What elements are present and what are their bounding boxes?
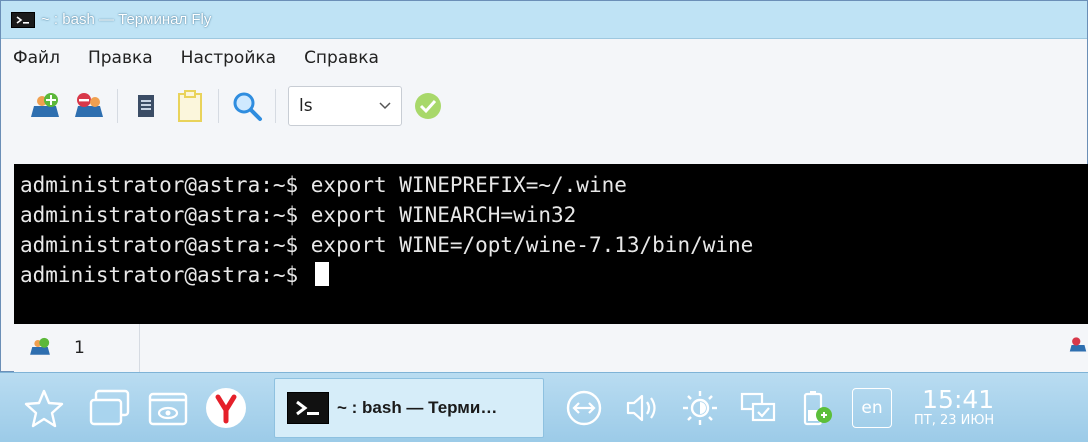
terminal-prompt-line: administrator@astra:~$ bbox=[20, 260, 1088, 290]
network-tray-button[interactable] bbox=[558, 382, 610, 434]
network-status-tray-button[interactable] bbox=[732, 382, 784, 434]
close-tab-button[interactable] bbox=[67, 84, 111, 128]
find-button[interactable] bbox=[225, 84, 269, 128]
menu-file[interactable]: Файл bbox=[13, 48, 60, 68]
window-title: ~ : bash — Терминал Fly bbox=[41, 11, 212, 28]
chevron-down-icon bbox=[379, 102, 391, 110]
battery-charging-icon bbox=[803, 390, 832, 425]
terminal-line: administrator@astra:~$ export WINEARCH=w… bbox=[20, 203, 577, 227]
language-indicator[interactable]: en bbox=[852, 387, 892, 428]
terminal-line: administrator@astra:~$ export WINEPREFIX… bbox=[20, 173, 627, 197]
paste-icon bbox=[178, 90, 202, 122]
speaker-icon bbox=[626, 394, 656, 421]
confirm-icon bbox=[415, 93, 441, 119]
terminal-output[interactable]: administrator@astra:~$ export WINEPREFIX… bbox=[14, 164, 1088, 324]
terminal-prompt: administrator@astra:~$ bbox=[20, 263, 311, 287]
menu-help[interactable]: Справка bbox=[304, 48, 379, 68]
taskbar-task-label: ~ : bash — Терми… bbox=[337, 397, 498, 417]
tab-bar: 1 bbox=[14, 324, 1088, 372]
command-combo[interactable]: ls bbox=[288, 86, 402, 126]
title-bar[interactable]: ~ : bash — Терминал Fly bbox=[1, 1, 1087, 39]
start-menu-button[interactable] bbox=[18, 382, 70, 434]
toolbar: ls bbox=[1, 77, 1087, 135]
clock-time: 15:41 bbox=[922, 384, 995, 414]
taskbar-terminal-task[interactable]: ~ : bash — Терми… bbox=[274, 377, 544, 438]
monitors-icon bbox=[740, 392, 776, 421]
tab-1[interactable]: 1 bbox=[14, 324, 140, 372]
battery-tray-button[interactable] bbox=[790, 382, 842, 434]
yandex-browser-button[interactable] bbox=[200, 382, 252, 434]
toolbar-separator bbox=[275, 89, 276, 123]
paste-button[interactable] bbox=[168, 84, 212, 128]
toolbar-separator bbox=[218, 89, 219, 123]
brightness-tray-button[interactable] bbox=[674, 382, 726, 434]
find-icon bbox=[233, 92, 262, 121]
new-tab-icon bbox=[30, 337, 50, 355]
terminal-line: administrator@astra:~$ export WINE=/opt/… bbox=[20, 233, 754, 257]
close-tab-icon bbox=[75, 93, 103, 117]
close-tab-icon[interactable] bbox=[1068, 334, 1088, 362]
system-tray: en 15:41 ПТ, 23 ИЮН bbox=[552, 382, 994, 434]
brightness-icon bbox=[683, 390, 717, 425]
copy-icon bbox=[138, 95, 154, 117]
star-icon bbox=[24, 389, 64, 427]
tab-label: 1 bbox=[74, 338, 85, 358]
network-share-icon bbox=[566, 390, 602, 425]
copy-button[interactable] bbox=[124, 84, 168, 128]
terminal-cursor bbox=[314, 262, 329, 286]
yandex-icon bbox=[206, 387, 246, 428]
clock[interactable]: 15:41 ПТ, 23 ИЮН bbox=[914, 384, 995, 429]
folder-eye-icon bbox=[148, 392, 188, 425]
menu-edit[interactable]: Правка bbox=[88, 48, 153, 68]
windows-icon bbox=[89, 389, 130, 425]
command-combo-value: ls bbox=[299, 96, 313, 116]
terminal-app-icon bbox=[11, 11, 35, 28]
confirm-button[interactable] bbox=[406, 84, 450, 128]
desktops-button[interactable] bbox=[84, 382, 136, 434]
toolbar-separator bbox=[117, 89, 118, 123]
menu-bar: Файл Правка Настройка Справка bbox=[1, 39, 1087, 77]
taskbar: ~ : bash — Терми… en 15:41 ПТ, 23 ИЮН bbox=[0, 372, 1088, 442]
clock-date: ПТ, 23 ИЮН bbox=[914, 412, 995, 428]
terminal-app-icon bbox=[287, 391, 329, 424]
file-manager-button[interactable] bbox=[142, 382, 194, 434]
volume-tray-button[interactable] bbox=[616, 382, 668, 434]
new-tab-icon bbox=[31, 93, 59, 117]
menu-settings[interactable]: Настройка bbox=[181, 48, 276, 68]
new-tab-button[interactable] bbox=[23, 84, 67, 128]
